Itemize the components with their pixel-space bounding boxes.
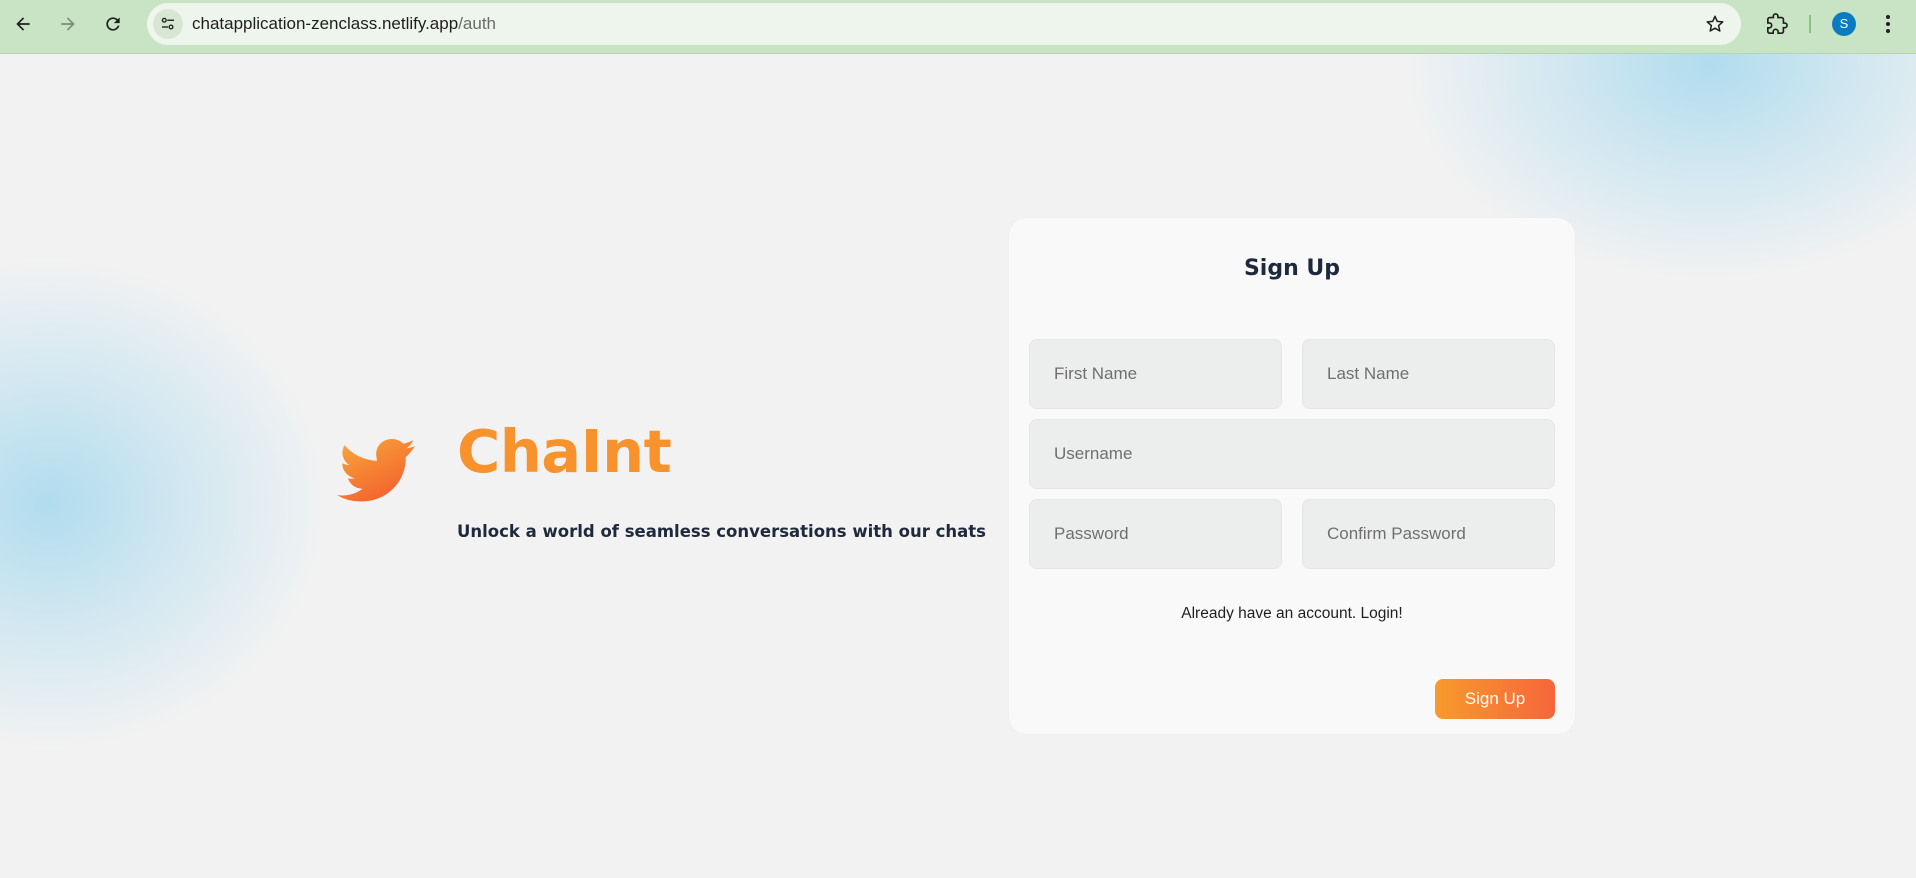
url-path: /auth [458,14,496,33]
puzzle-icon [1767,13,1788,34]
brand-tagline: Unlock a world of seamless conversations… [457,522,986,541]
bird-icon [336,438,416,502]
bookmark-button[interactable] [1703,12,1727,36]
background-glow-left [0,254,330,754]
url-host: chatapplication-zenclass.netlify.app [192,14,459,33]
browser-toolbar: chatapplication-zenclass.netlify.app/aut… [0,0,1916,54]
signup-card: Sign Up Already have an account. Login! … [1009,218,1575,734]
star-icon [1706,15,1724,32]
login-link[interactable]: Already have an account. Login! [1009,605,1575,623]
password-input[interactable] [1029,499,1282,569]
kebab-menu-icon [1886,15,1890,33]
forward-arrow-icon [61,17,75,31]
forward-button[interactable] [52,8,84,40]
back-arrow-icon [16,17,30,31]
extensions-button[interactable] [1763,10,1791,38]
last-name-input[interactable] [1302,339,1555,409]
tune-icon [161,17,174,30]
reload-button[interactable] [97,8,129,40]
first-name-input[interactable] [1029,339,1282,409]
url-text: chatapplication-zenclass.netlify.app/aut… [192,3,496,45]
confirm-password-input[interactable] [1302,499,1555,569]
address-bar[interactable]: chatapplication-zenclass.netlify.app/aut… [147,3,1741,45]
profile-avatar[interactable]: S [1832,12,1856,36]
site-info-button[interactable] [153,9,183,39]
back-button[interactable] [7,8,39,40]
reload-icon [106,17,120,31]
page-content [0,54,1916,878]
browser-menu-button[interactable] [1876,10,1900,38]
signup-button[interactable]: Sign Up [1435,679,1555,719]
signup-title: Sign Up [1243,256,1341,281]
brand-name: ChaInt [457,417,672,486]
toolbar-divider [1809,15,1811,33]
username-input[interactable] [1029,419,1555,489]
